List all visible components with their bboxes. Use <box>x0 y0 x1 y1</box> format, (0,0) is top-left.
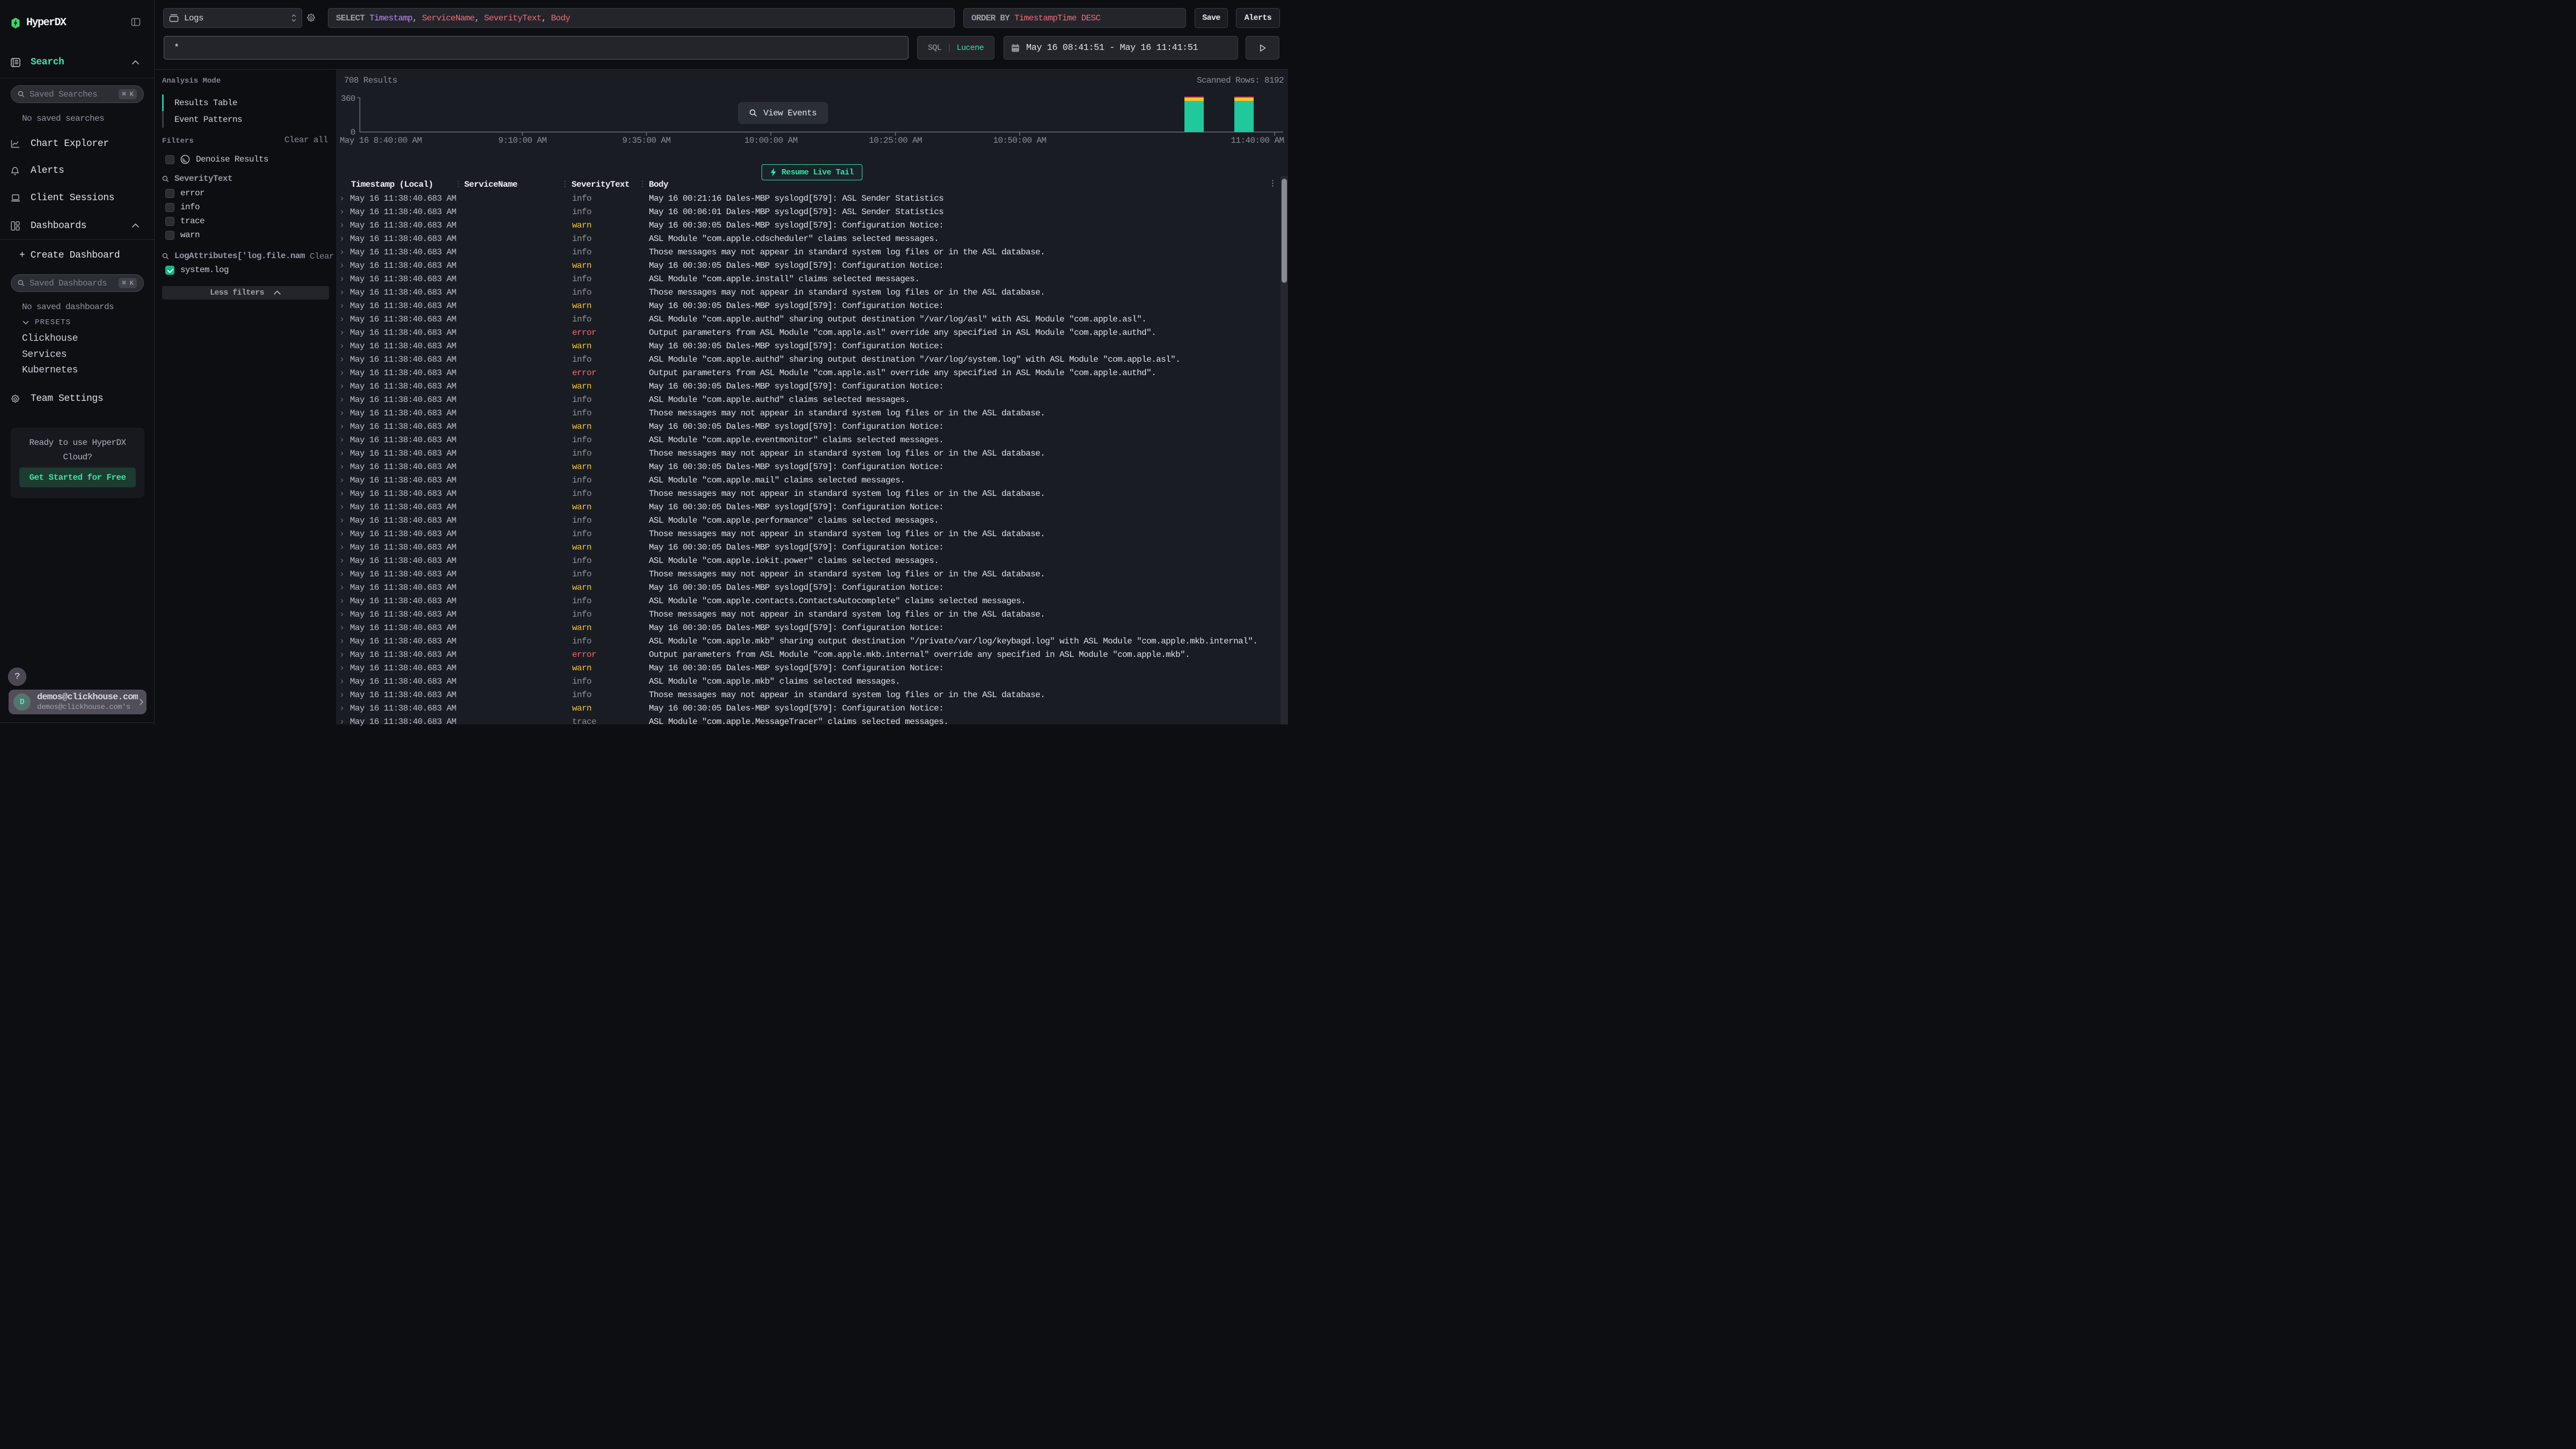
svg-text:10:50:00 AM: 10:50:00 AM <box>993 136 1046 145</box>
svg-text:May 16 8:40:00 AM: May 16 8:40:00 AM <box>340 136 422 145</box>
svg-text:360: 360 <box>341 94 355 104</box>
svg-text:10:25:00 AM: 10:25:00 AM <box>869 136 922 145</box>
svg-text:11:40:00 AM: 11:40:00 AM <box>1231 136 1284 145</box>
svg-text:10:00:00 AM: 10:00:00 AM <box>744 136 797 145</box>
svg-text:9:10:00 AM: 9:10:00 AM <box>498 136 546 145</box>
svg-text:9:35:00 AM: 9:35:00 AM <box>622 136 670 145</box>
